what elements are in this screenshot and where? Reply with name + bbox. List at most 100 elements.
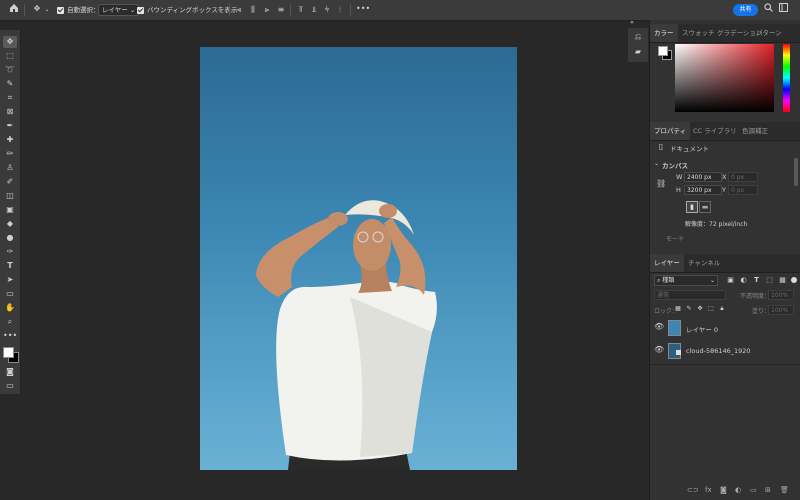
tab-channels[interactable]: チャンネル <box>688 254 720 272</box>
document-canvas[interactable] <box>200 47 517 470</box>
auto-select-checkbox[interactable]: 自動選択： <box>57 4 100 16</box>
filter-pixel-icon[interactable]: ▣ <box>726 274 735 286</box>
rectangle-tool-icon[interactable]: ▭ <box>3 288 17 300</box>
tab-patterns[interactable]: パターン <box>756 24 782 42</box>
color-field[interactable] <box>675 44 774 112</box>
portrait-orientation-icon[interactable]: ▮ <box>686 201 698 213</box>
zoom-tool-icon[interactable]: ⌕ <box>3 316 17 328</box>
distribute-icon[interactable]: ≡ <box>276 4 286 16</box>
workspace-icon[interactable] <box>777 3 789 16</box>
align-left-icon[interactable]: ⫷ <box>234 4 244 16</box>
layer-select-dropdown[interactable]: レイヤー ⌄ <box>98 4 140 16</box>
eyedropper-tool-icon[interactable]: ✒ <box>3 120 17 132</box>
layer-row[interactable]: 👁︎ cloud-586146_1920 <box>650 340 800 362</box>
foreground-color-swatch[interactable] <box>658 46 668 56</box>
filter-smart-object-icon[interactable]: ▦ <box>778 274 787 286</box>
tab-adjustments[interactable]: 色調補正 <box>742 122 768 140</box>
bounding-box-checkbox[interactable]: バウンディングボックスを表示 <box>137 4 237 16</box>
align-bottom-icon[interactable]: ⫩ <box>322 4 332 16</box>
healing-brush-tool-icon[interactable]: ✚ <box>3 134 17 146</box>
resolution-text: 解像度：72 pixel/inch <box>685 221 748 228</box>
path-selection-tool-icon[interactable]: ➤ <box>3 274 17 286</box>
lasso-tool-icon[interactable]: ➰ <box>3 64 17 76</box>
blur-tool-icon[interactable]: ◆ <box>3 218 17 230</box>
eye-icon[interactable]: 👁︎ <box>654 345 664 354</box>
screen-mode-icon[interactable]: ▭ <box>3 380 17 392</box>
tab-cc-libraries[interactable]: CC ライブラリ <box>693 122 737 140</box>
tools-panel: ✥ ⬚ ➰ ✎ ⌗ ⊠ ✒ ✚ ✏ ♙ ✐ ◫ ▣ ◆ ● ✑ T ➤ ▭ ✋ … <box>0 30 21 394</box>
align-right-icon[interactable]: ⫸ <box>262 4 272 16</box>
magic-wand-tool-icon[interactable]: ✎ <box>3 78 17 90</box>
hue-slider[interactable] <box>783 44 790 112</box>
landscape-orientation-icon[interactable]: ▬ <box>699 201 711 213</box>
eraser-tool-icon[interactable]: ◫ <box>3 190 17 202</box>
filter-type-icon[interactable]: T <box>752 274 761 286</box>
align-middle-icon[interactable]: ⫫ <box>309 4 319 16</box>
group-icon[interactable]: ▭ <box>750 486 757 494</box>
properties-scrollbar[interactable] <box>794 158 798 186</box>
canvas-width-field[interactable]: 2400 px <box>684 172 722 182</box>
lock-image-icon[interactable]: ✎ <box>685 303 693 315</box>
tab-layers[interactable]: レイヤー <box>650 254 684 272</box>
trash-icon[interactable]: 🗑︎ <box>780 486 789 494</box>
gradient-tool-icon[interactable]: ▣ <box>3 204 17 216</box>
pen-tool-icon[interactable]: ✑ <box>3 246 17 258</box>
search-icon[interactable] <box>762 3 774 16</box>
home-icon[interactable] <box>8 3 20 17</box>
brush-tool-icon[interactable]: ✏ <box>3 148 17 160</box>
chevron-down-icon[interactable]: ⌄ <box>654 160 659 167</box>
history-brush-tool-icon[interactable]: ✐ <box>3 176 17 188</box>
hand-tool-icon[interactable]: ✋ <box>3 302 17 314</box>
stamp-tool-icon[interactable]: ♙ <box>3 162 17 174</box>
link-icon[interactable]: ⛓ <box>656 178 666 190</box>
history-icon[interactable]: ⎌ <box>632 31 644 43</box>
comment-icon[interactable]: ▰ <box>632 46 644 58</box>
checkbox-checked-icon[interactable] <box>137 6 144 14</box>
move-tool-icon[interactable]: ✥ <box>30 3 44 15</box>
marquee-tool-icon[interactable]: ⬚ <box>3 50 17 62</box>
tab-color[interactable]: カラー <box>650 24 678 42</box>
checkbox-checked-icon[interactable] <box>57 6 64 14</box>
blend-mode-dropdown[interactable]: 通常 <box>654 290 726 300</box>
filter-shape-icon[interactable]: ⬚ <box>765 274 774 286</box>
crop-tool-icon[interactable]: ⌗ <box>3 92 17 104</box>
opacity-field[interactable]: 100% <box>768 290 794 300</box>
tab-swatches[interactable]: スウォッチ <box>682 24 715 42</box>
layer-filter-dropdown[interactable]: ⌕ 種類 ⌄ <box>654 275 718 286</box>
type-tool-icon[interactable]: T <box>3 260 17 272</box>
color-swatches[interactable] <box>3 346 19 363</box>
canvas-y-field[interactable]: 0 px <box>728 185 758 195</box>
eye-icon[interactable]: 👁︎ <box>654 322 664 331</box>
layer-row[interactable]: 👁︎ レイヤー 0 <box>650 317 800 339</box>
lock-artboard-icon[interactable]: ⬚ <box>707 303 715 315</box>
canvas-x-field[interactable]: 0 px <box>728 172 758 182</box>
layer-style-icon[interactable]: fx <box>705 486 712 494</box>
move-tool-icon[interactable]: ✥ <box>3 36 17 48</box>
foreground-color-swatch[interactable] <box>3 347 14 358</box>
color-panel-tabs: カラー スウォッチ グラデーション パターン <box>650 24 800 43</box>
chevron-down-icon[interactable]: ⌄ <box>43 4 51 16</box>
lock-position-icon[interactable]: ✥ <box>696 303 704 315</box>
lock-transparent-icon[interactable]: ▦ <box>674 303 682 315</box>
new-layer-icon[interactable]: ⊞ <box>765 486 771 494</box>
fill-field[interactable]: 100% <box>768 305 794 315</box>
distribute-vertical-icon[interactable]: ⦙ <box>335 4 345 16</box>
frame-tool-icon[interactable]: ⊠ <box>3 106 17 118</box>
align-center-icon[interactable]: ⫼ <box>248 4 258 16</box>
filter-toggle-icon[interactable] <box>791 277 797 283</box>
link-layers-icon[interactable]: ⊂⊃ <box>687 486 699 494</box>
quick-mask-icon[interactable]: ◙ <box>3 366 17 378</box>
color-swatches[interactable] <box>658 46 672 60</box>
filter-adjustment-icon[interactable]: ◐ <box>739 274 748 286</box>
lock-all-icon[interactable]: 🔒︎ <box>718 303 726 315</box>
align-top-icon[interactable]: ⫪ <box>296 4 306 16</box>
dodge-tool-icon[interactable]: ● <box>3 232 17 244</box>
canvas-height-field[interactable]: 3200 px <box>684 185 722 195</box>
edit-toolbar-icon[interactable]: ••• <box>3 330 17 342</box>
share-button[interactable]: 共有 <box>733 4 758 16</box>
tab-properties[interactable]: プロパティ <box>650 122 691 140</box>
layer-mask-icon[interactable]: ◙ <box>720 486 727 494</box>
more-options-icon[interactable]: ••• <box>356 3 370 15</box>
collapse-arrows-icon[interactable]: « <box>628 19 636 27</box>
adjustment-layer-icon[interactable]: ◐ <box>735 486 741 494</box>
